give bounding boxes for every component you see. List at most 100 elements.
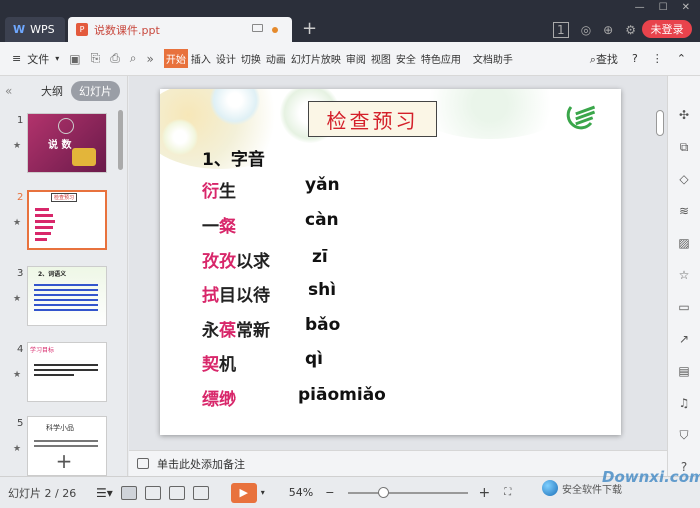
star-icon[interactable]: ☆ <box>677 268 691 282</box>
help-button[interactable]: ? <box>632 52 638 65</box>
more-options-icon[interactable]: ⋮ <box>652 52 663 65</box>
vocab-row[interactable]: 衍生 <box>202 177 236 202</box>
highlight-char: 葆 <box>219 321 236 341</box>
tab-design[interactable]: 设计 <box>214 49 238 68</box>
vocab-row[interactable]: 契机 <box>202 350 236 375</box>
save-icon[interactable]: ▣ <box>69 52 80 66</box>
vocab-row[interactable]: 孜孜以求 <box>202 247 270 272</box>
list-view-icon[interactable]: ☰▾ <box>96 486 113 500</box>
star-icon: ★ <box>13 294 22 304</box>
vocab-row[interactable]: 缥缈 <box>202 385 236 410</box>
file-menu[interactable]: ≡ 文件 ▾ <box>12 51 59 67</box>
object-icon[interactable]: ✣ <box>677 108 691 122</box>
tab-doc-assistant[interactable]: 文档助手 <box>471 49 515 68</box>
tab-animations[interactable]: 动画 <box>264 49 288 68</box>
skin-icon[interactable]: ◎ <box>581 23 591 37</box>
adjust-icon[interactable]: ≋ <box>677 204 691 218</box>
slide-counter: 幻灯片 2 / 26 <box>8 486 77 500</box>
tab-view[interactable]: 视图 <box>369 49 393 68</box>
box-icon[interactable]: ▭ <box>677 300 691 314</box>
image-icon[interactable]: ▤ <box>677 364 691 378</box>
more-icon[interactable]: » <box>147 52 154 66</box>
monitor-icon[interactable] <box>252 24 263 32</box>
new-tab-button[interactable]: + <box>302 18 317 39</box>
editor-scrollbar[interactable] <box>656 82 664 444</box>
flower-decoration <box>162 119 198 155</box>
notes-view-button[interactable] <box>192 485 209 500</box>
slide-thumbnail-2[interactable]: 2 ★ 检查预习 <box>0 190 120 254</box>
pinyin[interactable]: piāomiǎo <box>298 385 386 405</box>
print-preview-icon[interactable]: ⌕ <box>130 51 137 66</box>
fit-window-icon[interactable]: ⛶ <box>504 487 511 498</box>
reading-view-button[interactable] <box>168 485 185 500</box>
watermark-logo: Downxi.com <box>602 468 700 486</box>
scrollbar-thumb[interactable] <box>656 110 664 136</box>
play-slideshow-button[interactable]: ▶ <box>230 482 257 503</box>
zoom-in-button[interactable]: + <box>478 485 490 501</box>
zoom-level[interactable]: 54% <box>289 486 313 499</box>
normal-view-button[interactable] <box>120 485 137 500</box>
collapse-ribbon-icon[interactable]: ⌃ <box>677 52 686 65</box>
word-rest: 机 <box>219 355 236 375</box>
window-count-badge[interactable]: 1 <box>553 22 569 38</box>
wps-tab-label: WPS <box>30 23 55 36</box>
search-area: ⌕查找 ? ⋮ ⌃ <box>590 51 686 67</box>
settings-icon[interactable]: ⚙ <box>625 23 636 37</box>
tab-home[interactable]: 开始 <box>163 49 188 68</box>
pinyin[interactable]: shì <box>308 280 336 300</box>
tab-outline[interactable]: 大纲 <box>33 81 71 101</box>
vocab-row[interactable]: 拭目以待 <box>202 281 270 306</box>
print-icon[interactable]: ⎙ <box>110 51 120 66</box>
tab-features[interactable]: 特色应用 <box>419 49 463 68</box>
add-slide-button[interactable]: + <box>0 446 128 476</box>
highlight-char: 缥缈 <box>202 390 236 410</box>
tab-review[interactable]: 审阅 <box>344 49 368 68</box>
zoom-out-button[interactable]: − <box>325 486 334 499</box>
export-pdf-icon[interactable]: ⎘ <box>91 51 101 66</box>
tab-security[interactable]: 安全 <box>394 49 418 68</box>
tab-wps-home[interactable]: W WPS <box>5 17 65 42</box>
current-slide[interactable]: 检查预习 1、字音 衍生 yǎn 一粲 càn 孜孜以求 zī 拭目以待 shì… <box>160 89 621 435</box>
vocab-row[interactable]: 一粲 <box>202 212 236 237</box>
word-rest: 常新 <box>236 321 270 341</box>
slide-thumbnail-1[interactable]: 1 ★ 说 数 <box>0 113 120 177</box>
search-label: 查找 <box>595 52 618 66</box>
tab-slides[interactable]: 幻灯片 <box>71 81 120 101</box>
zoom-slider-handle[interactable] <box>378 486 390 498</box>
collapse-panel-icon[interactable]: « <box>5 84 33 98</box>
tab-slideshow[interactable]: 幻灯片放映 <box>289 49 343 68</box>
wps-logo-icon: W <box>13 23 26 36</box>
pinyin[interactable]: yǎn <box>305 175 340 195</box>
notes-bar[interactable]: 单击此处添加备注 <box>129 450 667 476</box>
share-icon[interactable]: ⊕ <box>603 23 613 37</box>
slide-title[interactable]: 检查预习 <box>308 101 437 137</box>
slide-thumbnail-4[interactable]: 4 ★ 学习目标 <box>0 342 120 406</box>
tab-insert[interactable]: 插入 <box>189 49 213 68</box>
tab-transitions[interactable]: 切换 <box>239 49 263 68</box>
shape-icon[interactable]: ◇ <box>677 172 691 186</box>
play-options-icon[interactable]: ▾ <box>261 488 265 497</box>
vocab-row[interactable]: 永葆常新 <box>202 316 270 341</box>
pinyin[interactable]: càn <box>305 210 339 230</box>
pinyin[interactable]: qì <box>305 349 323 369</box>
picture-icon[interactable]: ▨ <box>677 236 691 250</box>
close-icon[interactable]: ✕ <box>682 2 690 13</box>
zoom-slider[interactable] <box>348 486 469 498</box>
document-tab-label: 说数课件.ppt <box>94 23 160 37</box>
clock-icon <box>58 118 74 134</box>
section-heading[interactable]: 1、字音 <box>202 145 265 170</box>
shield-icon[interactable]: ⛉ <box>677 428 691 442</box>
copy-style-icon[interactable]: ⧉ <box>677 140 691 154</box>
search-button[interactable]: ⌕查找 <box>590 51 618 67</box>
audio-icon[interactable]: ♫ <box>677 396 691 410</box>
pinyin[interactable]: zī <box>312 247 328 267</box>
login-button[interactable]: 未登录 <box>642 20 692 38</box>
sorter-view-button[interactable] <box>144 485 161 500</box>
share-out-icon[interactable]: ↗ <box>677 332 691 346</box>
pinyin[interactable]: bǎo <box>305 315 340 335</box>
minimize-icon[interactable]: — <box>635 2 645 13</box>
maximize-icon[interactable]: ☐ <box>659 2 668 13</box>
slide-thumbnail-3[interactable]: 3 ★ 2、词语义 <box>0 266 120 330</box>
watermark-ball-icon <box>542 480 558 496</box>
slides-panel: « 大纲 幻灯片 1 ★ 说 数 2 ★ 检查预习 3 ★ 2、词语义 4 ★ … <box>0 76 128 476</box>
